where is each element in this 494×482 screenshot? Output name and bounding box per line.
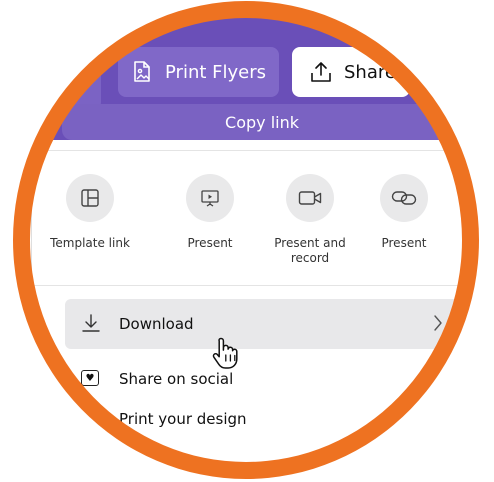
panel-left-border <box>31 151 32 311</box>
heart-icon: ♥ <box>81 370 99 386</box>
print-product-icon <box>134 61 150 82</box>
template-link-option[interactable]: Template link <box>40 174 140 251</box>
share-upload-icon <box>311 62 331 82</box>
chevron-right-icon <box>434 315 442 331</box>
magnified-view: Print Flyers Share Copy link Template li… <box>27 14 467 467</box>
present-and-record-option[interactable]: Present and record <box>260 174 360 266</box>
download-menu-item[interactable]: Download <box>65 299 465 349</box>
share-label: Share <box>344 61 396 83</box>
copy-link-button[interactable]: Copy link <box>62 104 462 140</box>
template-icon <box>66 174 114 222</box>
copy-link-label: Copy link <box>225 112 299 132</box>
present-and-record-label: Present and record <box>274 236 346 265</box>
present-icon <box>186 174 234 222</box>
print-flyers-label: Print Flyers <box>165 61 266 83</box>
print-your-design-menu-item[interactable]: Print your design <box>65 410 467 440</box>
share-on-social-menu-item[interactable]: ♥ Share on social <box>65 364 467 396</box>
download-icon <box>82 314 100 332</box>
template-link-label: Template link <box>50 236 130 250</box>
download-label: Download <box>119 315 194 333</box>
link-icon <box>380 174 428 222</box>
panel-divider <box>31 150 467 151</box>
camera-icon <box>286 174 334 222</box>
print-your-design-label: Print your design <box>119 410 247 428</box>
print-flyers-button[interactable]: Print Flyers <box>118 47 279 97</box>
share-on-social-label: Share on social <box>119 370 234 388</box>
present-label: Present <box>187 236 233 250</box>
present-option[interactable]: Present <box>160 174 260 251</box>
present-link-option[interactable]: Present <box>354 174 454 251</box>
present-link-label: Present <box>381 236 427 250</box>
zoomed-screenshot: Print Flyers Share Copy link Template li… <box>0 0 494 482</box>
header-button-partial[interactable] <box>71 54 101 110</box>
share-button[interactable]: Share <box>292 47 410 97</box>
options-divider <box>31 285 467 286</box>
